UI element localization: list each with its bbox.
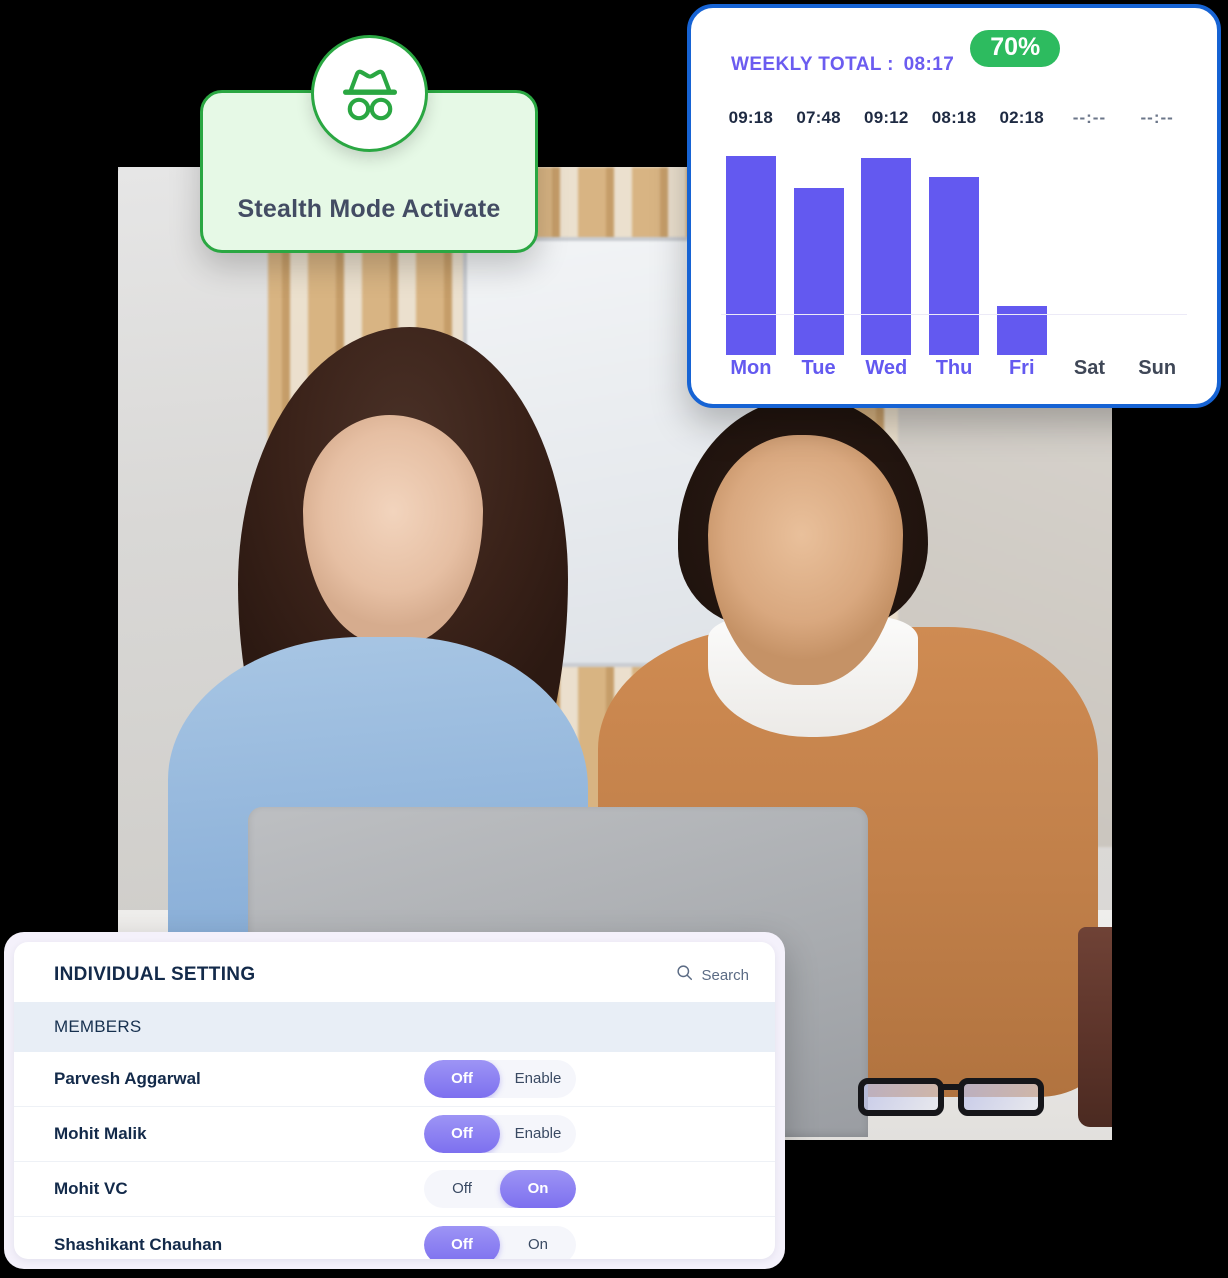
toggle-option-left[interactable]: Off	[424, 1115, 500, 1153]
chart-bar-slot-thu	[920, 131, 988, 355]
chart-bar-slot-wed	[852, 131, 920, 355]
member-name: Mohit VC	[54, 1179, 128, 1198]
chart-column-mon: 09:18	[717, 105, 785, 355]
stealth-mode-label: Stealth Mode Activate	[237, 195, 501, 223]
chart-day-label-wed[interactable]: Wed	[852, 357, 920, 380]
chart-bar-thu	[929, 177, 980, 355]
chart-value-label-wed: 09:12	[864, 108, 909, 127]
weekly-total-chart-card: WEEKLY TOTAL : 08:17 70% 09:18 07:48 09:12…	[687, 4, 1221, 408]
chart-bar-slot-tue	[785, 131, 853, 355]
chart-column-tue: 07:48	[785, 105, 853, 355]
page-title: INDIVIDUAL SETTING	[54, 964, 256, 985]
eyeglasses-left-lens	[858, 1078, 944, 1116]
toggle-option-right[interactable]: On	[500, 1226, 576, 1260]
chart-day-label-tue[interactable]: Tue	[785, 357, 853, 380]
eyeglasses-right-lens	[958, 1078, 1044, 1116]
chart-day-label-fri[interactable]: Fri	[988, 357, 1056, 380]
chart-bar-mon	[725, 156, 776, 355]
chart-bar-wed	[861, 158, 912, 355]
chart-value-label-thu: 08:18	[931, 108, 977, 127]
setting-header: INDIVIDUAL SETTING Search	[14, 942, 775, 1002]
chart-column-sat: --:--	[1056, 105, 1124, 355]
chart-column-fri: 02:18	[988, 105, 1056, 355]
individual-setting-card: INDIVIDUAL SETTING Search MEMBERS Parves…	[14, 942, 775, 1259]
search-icon	[676, 964, 693, 986]
screenshot-stage: Stealth Mode Activate WEEKLY TOTAL : 08:…	[0, 0, 1228, 1278]
toggle-option-right[interactable]: Enable	[500, 1060, 576, 1098]
chart-value-label-tue: 07:48	[796, 108, 841, 127]
toggle-option-left[interactable]: Off	[424, 1170, 500, 1208]
chart-column-wed: 09:12	[852, 105, 920, 355]
chart-columns: 09:18 07:48 09:12 08:18 02:18 --:-- --:--	[717, 105, 1191, 355]
search-input[interactable]: Search	[676, 964, 749, 986]
table-row: Mohit VC Off On	[14, 1162, 775, 1217]
chart-bar-slot-mon	[717, 131, 785, 355]
toggle-option-left[interactable]: Off	[424, 1225, 500, 1259]
photo-coffee-cup	[1078, 927, 1112, 1127]
member-toggle[interactable]: Off Enable	[424, 1115, 576, 1153]
member-toggle[interactable]: Off Enable	[424, 1060, 576, 1098]
chart-plot-area: 09:18 07:48 09:12 08:18 02:18 --:-- --:--	[717, 105, 1191, 355]
chart-value-label-sun: --:--	[1140, 108, 1174, 127]
individual-setting-panel: INDIVIDUAL SETTING Search MEMBERS Parves…	[4, 932, 785, 1269]
member-name: Shashikant Chauhan	[54, 1234, 223, 1254]
table-row: Parvesh Aggarwal Off Enable	[14, 1052, 775, 1107]
chart-bar-slot-sat	[1056, 131, 1124, 355]
chart-value-label-mon: 09:18	[728, 108, 774, 127]
chart-day-label-sat[interactable]: Sat	[1056, 357, 1124, 380]
chart-bar-tue	[793, 188, 844, 355]
percent-badge: 70%	[970, 30, 1061, 67]
members-section-header: MEMBERS	[14, 1002, 775, 1052]
member-toggle[interactable]: Off On	[424, 1225, 576, 1260]
weekly-total-prefix: WEEKLY TOTAL :	[731, 53, 894, 75]
table-row: Mohit Malik Off Enable	[14, 1107, 775, 1162]
chart-bar-slot-fri	[988, 131, 1056, 355]
chart-column-sun: --:--	[1123, 105, 1191, 355]
chart-bar-slot-sun	[1123, 131, 1191, 355]
chart-value-label-fri: 02:18	[999, 108, 1044, 127]
chart-day-label-thu[interactable]: Thu	[920, 357, 988, 380]
weekly-total-text: WEEKLY TOTAL : 08:17	[731, 54, 954, 76]
members-list: Parvesh Aggarwal Off Enable Mohit Malik Off E…	[14, 1052, 775, 1259]
weekly-total-value: 08:17	[903, 53, 955, 75]
chart-baseline	[721, 314, 1187, 315]
member-name: Mohit Malik	[54, 1124, 147, 1143]
chart-header: WEEKLY TOTAL : 08:17 70%	[717, 30, 1191, 83]
toggle-option-left[interactable]: Off	[424, 1060, 500, 1098]
chart-day-labels: Mon Tue Wed Thu Fri Sat Sun	[717, 357, 1191, 380]
table-row: Shashikant Chauhan Off On	[14, 1217, 775, 1259]
chart-day-label-mon[interactable]: Mon	[717, 357, 785, 380]
member-name: Parvesh Aggarwal	[54, 1069, 201, 1088]
toggle-option-right[interactable]: On	[500, 1170, 576, 1208]
incognito-hat-glasses-icon	[311, 35, 428, 152]
chart-value-label-sat: --:--	[1072, 108, 1107, 127]
search-label: Search	[701, 966, 749, 984]
toggle-option-right[interactable]: Enable	[500, 1115, 576, 1153]
chart-day-label-sun[interactable]: Sun	[1123, 357, 1191, 380]
member-toggle[interactable]: Off On	[424, 1170, 576, 1208]
photo-eyeglasses	[858, 1072, 1068, 1122]
chart-column-thu: 08:18	[920, 105, 988, 355]
